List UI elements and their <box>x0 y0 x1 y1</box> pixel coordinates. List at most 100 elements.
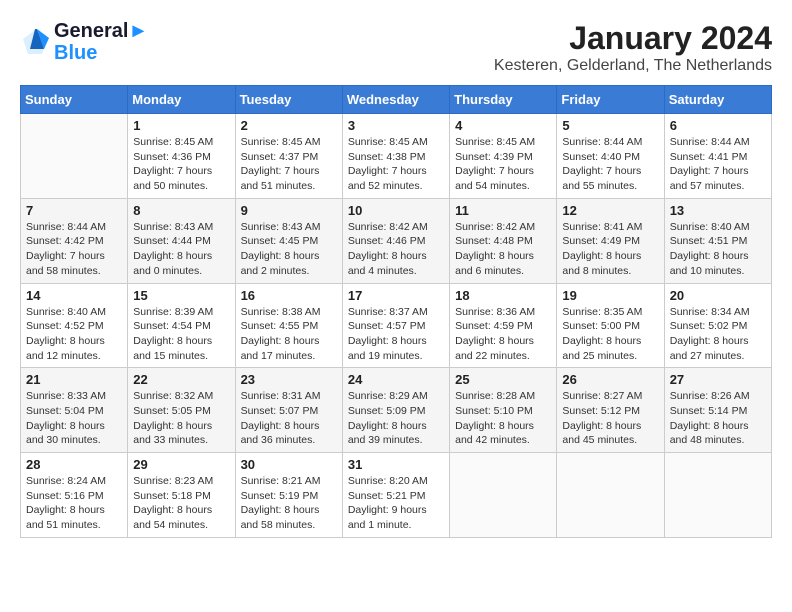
calendar-cell: 19 Sunrise: 8:35 AMSunset: 5:00 PMDaylig… <box>557 283 664 368</box>
calendar-week-2: 7 Sunrise: 8:44 AMSunset: 4:42 PMDayligh… <box>21 198 772 283</box>
day-number: 22 <box>133 372 229 387</box>
day-info: Sunrise: 8:29 AMSunset: 5:09 PMDaylight:… <box>348 389 444 448</box>
day-number: 19 <box>562 288 658 303</box>
page-header: General► Blue January 2024 Kesteren, Gel… <box>20 20 772 75</box>
day-number: 3 <box>348 118 444 133</box>
calendar-cell: 8 Sunrise: 8:43 AMSunset: 4:44 PMDayligh… <box>128 198 235 283</box>
calendar-cell: 4 Sunrise: 8:45 AMSunset: 4:39 PMDayligh… <box>450 114 557 199</box>
calendar-cell: 1 Sunrise: 8:45 AMSunset: 4:36 PMDayligh… <box>128 114 235 199</box>
calendar-cell: 23 Sunrise: 8:31 AMSunset: 5:07 PMDaylig… <box>235 368 342 453</box>
calendar-cell: 21 Sunrise: 8:33 AMSunset: 5:04 PMDaylig… <box>21 368 128 453</box>
day-number: 5 <box>562 118 658 133</box>
day-info: Sunrise: 8:23 AMSunset: 5:18 PMDaylight:… <box>133 474 229 533</box>
day-number: 23 <box>241 372 337 387</box>
calendar-header-row: SundayMondayTuesdayWednesdayThursdayFrid… <box>21 86 772 114</box>
calendar-cell: 10 Sunrise: 8:42 AMSunset: 4:46 PMDaylig… <box>342 198 449 283</box>
day-info: Sunrise: 8:21 AMSunset: 5:19 PMDaylight:… <box>241 474 337 533</box>
calendar-week-4: 21 Sunrise: 8:33 AMSunset: 5:04 PMDaylig… <box>21 368 772 453</box>
day-number: 25 <box>455 372 551 387</box>
day-number: 2 <box>241 118 337 133</box>
calendar-cell: 28 Sunrise: 8:24 AMSunset: 5:16 PMDaylig… <box>21 453 128 538</box>
day-info: Sunrise: 8:32 AMSunset: 5:05 PMDaylight:… <box>133 389 229 448</box>
day-info: Sunrise: 8:26 AMSunset: 5:14 PMDaylight:… <box>670 389 766 448</box>
day-number: 18 <box>455 288 551 303</box>
day-number: 30 <box>241 457 337 472</box>
header-saturday: Saturday <box>664 86 771 114</box>
calendar-cell: 25 Sunrise: 8:28 AMSunset: 5:10 PMDaylig… <box>450 368 557 453</box>
calendar-cell: 20 Sunrise: 8:34 AMSunset: 5:02 PMDaylig… <box>664 283 771 368</box>
calendar-cell: 22 Sunrise: 8:32 AMSunset: 5:05 PMDaylig… <box>128 368 235 453</box>
calendar-cell: 6 Sunrise: 8:44 AMSunset: 4:41 PMDayligh… <box>664 114 771 199</box>
day-number: 6 <box>670 118 766 133</box>
calendar-cell: 2 Sunrise: 8:45 AMSunset: 4:37 PMDayligh… <box>235 114 342 199</box>
day-info: Sunrise: 8:36 AMSunset: 4:59 PMDaylight:… <box>455 305 551 364</box>
day-info: Sunrise: 8:40 AMSunset: 4:52 PMDaylight:… <box>26 305 122 364</box>
calendar-cell: 29 Sunrise: 8:23 AMSunset: 5:18 PMDaylig… <box>128 453 235 538</box>
day-info: Sunrise: 8:31 AMSunset: 5:07 PMDaylight:… <box>241 389 337 448</box>
day-number: 21 <box>26 372 122 387</box>
day-number: 31 <box>348 457 444 472</box>
day-info: Sunrise: 8:44 AMSunset: 4:41 PMDaylight:… <box>670 135 766 194</box>
calendar-cell: 16 Sunrise: 8:38 AMSunset: 4:55 PMDaylig… <box>235 283 342 368</box>
day-number: 24 <box>348 372 444 387</box>
day-info: Sunrise: 8:44 AMSunset: 4:40 PMDaylight:… <box>562 135 658 194</box>
location-title: Kesteren, Gelderland, The Netherlands <box>494 57 772 75</box>
day-number: 14 <box>26 288 122 303</box>
calendar-cell: 30 Sunrise: 8:21 AMSunset: 5:19 PMDaylig… <box>235 453 342 538</box>
calendar-cell: 31 Sunrise: 8:20 AMSunset: 5:21 PMDaylig… <box>342 453 449 538</box>
day-info: Sunrise: 8:45 AMSunset: 4:38 PMDaylight:… <box>348 135 444 194</box>
header-friday: Friday <box>557 86 664 114</box>
header-thursday: Thursday <box>450 86 557 114</box>
header-sunday: Sunday <box>21 86 128 114</box>
day-info: Sunrise: 8:24 AMSunset: 5:16 PMDaylight:… <box>26 474 122 533</box>
calendar-cell: 27 Sunrise: 8:26 AMSunset: 5:14 PMDaylig… <box>664 368 771 453</box>
day-info: Sunrise: 8:43 AMSunset: 4:45 PMDaylight:… <box>241 220 337 279</box>
day-number: 10 <box>348 203 444 218</box>
calendar-cell: 9 Sunrise: 8:43 AMSunset: 4:45 PMDayligh… <box>235 198 342 283</box>
day-number: 28 <box>26 457 122 472</box>
calendar-table: SundayMondayTuesdayWednesdayThursdayFrid… <box>20 85 772 538</box>
day-number: 15 <box>133 288 229 303</box>
calendar-cell: 18 Sunrise: 8:36 AMSunset: 4:59 PMDaylig… <box>450 283 557 368</box>
calendar-week-3: 14 Sunrise: 8:40 AMSunset: 4:52 PMDaylig… <box>21 283 772 368</box>
day-info: Sunrise: 8:38 AMSunset: 4:55 PMDaylight:… <box>241 305 337 364</box>
day-info: Sunrise: 8:45 AMSunset: 4:36 PMDaylight:… <box>133 135 229 194</box>
day-info: Sunrise: 8:43 AMSunset: 4:44 PMDaylight:… <box>133 220 229 279</box>
day-number: 7 <box>26 203 122 218</box>
day-info: Sunrise: 8:33 AMSunset: 5:04 PMDaylight:… <box>26 389 122 448</box>
day-number: 26 <box>562 372 658 387</box>
calendar-cell <box>664 453 771 538</box>
day-info: Sunrise: 8:45 AMSunset: 4:37 PMDaylight:… <box>241 135 337 194</box>
day-number: 4 <box>455 118 551 133</box>
day-number: 27 <box>670 372 766 387</box>
title-block: January 2024 Kesteren, Gelderland, The N… <box>494 20 772 75</box>
day-info: Sunrise: 8:35 AMSunset: 5:00 PMDaylight:… <box>562 305 658 364</box>
day-info: Sunrise: 8:28 AMSunset: 5:10 PMDaylight:… <box>455 389 551 448</box>
day-info: Sunrise: 8:45 AMSunset: 4:39 PMDaylight:… <box>455 135 551 194</box>
calendar-cell: 24 Sunrise: 8:29 AMSunset: 5:09 PMDaylig… <box>342 368 449 453</box>
calendar-cell <box>557 453 664 538</box>
calendar-cell: 5 Sunrise: 8:44 AMSunset: 4:40 PMDayligh… <box>557 114 664 199</box>
day-number: 29 <box>133 457 229 472</box>
header-tuesday: Tuesday <box>235 86 342 114</box>
day-number: 8 <box>133 203 229 218</box>
calendar-cell: 11 Sunrise: 8:42 AMSunset: 4:48 PMDaylig… <box>450 198 557 283</box>
logo: General► Blue <box>20 20 148 64</box>
calendar-cell: 3 Sunrise: 8:45 AMSunset: 4:38 PMDayligh… <box>342 114 449 199</box>
calendar-cell: 14 Sunrise: 8:40 AMSunset: 4:52 PMDaylig… <box>21 283 128 368</box>
day-info: Sunrise: 8:27 AMSunset: 5:12 PMDaylight:… <box>562 389 658 448</box>
day-number: 11 <box>455 203 551 218</box>
day-info: Sunrise: 8:39 AMSunset: 4:54 PMDaylight:… <box>133 305 229 364</box>
header-wednesday: Wednesday <box>342 86 449 114</box>
month-title: January 2024 <box>494 20 772 57</box>
day-info: Sunrise: 8:44 AMSunset: 4:42 PMDaylight:… <box>26 220 122 279</box>
logo-text: General► Blue <box>54 20 148 64</box>
calendar-week-5: 28 Sunrise: 8:24 AMSunset: 5:16 PMDaylig… <box>21 453 772 538</box>
day-info: Sunrise: 8:42 AMSunset: 4:48 PMDaylight:… <box>455 220 551 279</box>
day-info: Sunrise: 8:20 AMSunset: 5:21 PMDaylight:… <box>348 474 444 533</box>
header-monday: Monday <box>128 86 235 114</box>
calendar-cell: 12 Sunrise: 8:41 AMSunset: 4:49 PMDaylig… <box>557 198 664 283</box>
day-info: Sunrise: 8:40 AMSunset: 4:51 PMDaylight:… <box>670 220 766 279</box>
day-info: Sunrise: 8:41 AMSunset: 4:49 PMDaylight:… <box>562 220 658 279</box>
logo-icon <box>20 27 50 57</box>
